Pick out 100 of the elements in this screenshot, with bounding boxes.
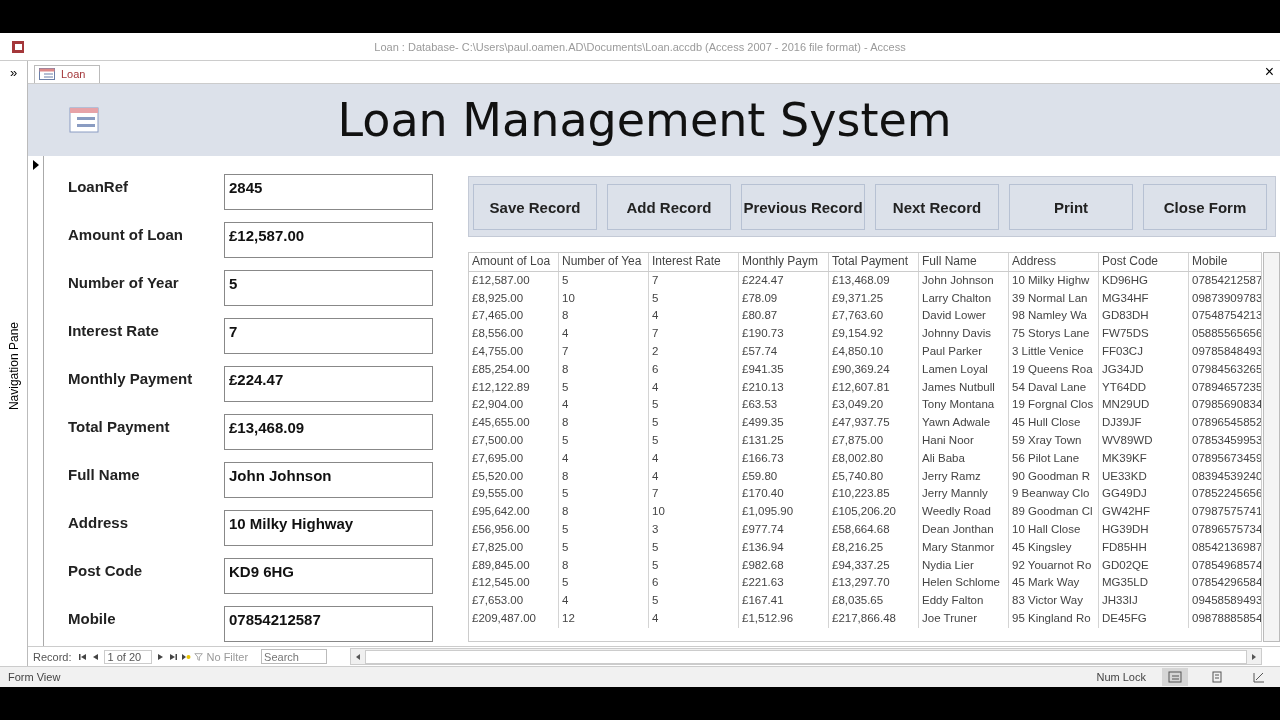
input-field[interactable]: 07854212587 — [224, 606, 433, 642]
column-header[interactable]: Interest Rate — [649, 253, 739, 271]
table-cell: £8,035.65 — [829, 592, 919, 610]
table-cell: 59 Xray Town — [1009, 431, 1099, 450]
table-cell: Dean Jonthan — [919, 520, 1009, 539]
table-cell: Tony Montana — [919, 396, 1009, 415]
new-record-icon[interactable] — [180, 651, 191, 662]
column-header[interactable]: Monthly Paym — [739, 253, 829, 271]
column-header[interactable]: Total Payment — [829, 253, 919, 271]
form-button[interactable]: Previous Record — [741, 184, 865, 230]
input-field[interactable]: £13,468.09 — [224, 414, 433, 450]
table-cell: £89,845.00 — [469, 556, 559, 575]
table-cell: Joe Truner — [919, 609, 1009, 628]
horizontal-scrollbar[interactable] — [350, 648, 1262, 665]
table-cell: £85,254.00 — [469, 360, 559, 379]
record-position-field[interactable]: 1 of 20 — [103, 649, 152, 664]
table-cell: 5 — [649, 414, 739, 432]
table-cell: £977.74 — [739, 520, 829, 539]
column-header[interactable]: Post Code — [1099, 253, 1189, 271]
table-cell: HG39DH — [1099, 520, 1189, 539]
table-cell: WV89WD — [1099, 431, 1189, 450]
table-cell: £59.80 — [739, 467, 829, 486]
column-header[interactable]: Amount of Loa — [469, 253, 559, 271]
table-cell: 4 — [559, 396, 649, 415]
table-cell: £47,937.75 — [829, 414, 919, 432]
table-cell: 5 — [559, 271, 649, 290]
column-header[interactable]: Number of Yea — [559, 253, 649, 271]
last-record-icon[interactable] — [167, 651, 178, 662]
navigation-pane-label[interactable]: Navigation Pane — [6, 322, 21, 411]
input-field[interactable]: KD9 6HG — [224, 558, 433, 594]
table-cell: KD96HG — [1099, 271, 1189, 290]
field-label: Monthly Payment — [68, 369, 194, 387]
input-field[interactable]: £12,587.00 — [224, 222, 433, 258]
table-cell: 5 — [649, 556, 739, 575]
table-cell: £8,925.00 — [469, 289, 559, 308]
column-header[interactable]: Full Name — [919, 253, 1009, 271]
field-label: Amount of Loan — [68, 225, 184, 243]
table-cell: 4 — [649, 307, 739, 326]
table-cell: Jerry Mannly — [919, 485, 1009, 504]
table-cell: 45 Kingsley — [1009, 538, 1099, 557]
table-cell: £7,695.00 — [469, 449, 559, 468]
table-cell: £7,653.00 — [469, 592, 559, 610]
table-cell: £94,337.25 — [829, 556, 919, 575]
table-cell: 54 Daval Lane — [1009, 378, 1099, 397]
first-record-icon[interactable] — [77, 651, 88, 662]
column-header[interactable]: Address — [1009, 253, 1099, 271]
table-cell: Weedly Road — [919, 503, 1009, 521]
table-cell: 8 — [559, 307, 649, 326]
table-cell: £9,555.00 — [469, 485, 559, 504]
input-field[interactable]: 2845 — [224, 174, 433, 210]
table-cell: 8 — [559, 360, 649, 379]
input-field[interactable]: £224.47 — [224, 366, 433, 402]
form-button[interactable]: Save Record — [473, 184, 597, 230]
record-label: Record: — [33, 650, 72, 663]
table-cell: £209,487.00 — [469, 609, 559, 628]
table-cell: DJ39JF — [1099, 414, 1189, 432]
input-field[interactable]: John Johnson — [224, 462, 433, 498]
table-cell: 5 — [559, 485, 649, 504]
table-cell: £80.87 — [739, 307, 829, 326]
form-title: Loan Management System — [336, 93, 953, 147]
table-cell: 2 — [649, 343, 739, 361]
form-button[interactable]: Close Form — [1143, 184, 1267, 230]
table-cell: 5 — [559, 574, 649, 593]
table-cell: £131.25 — [739, 431, 829, 450]
table-cell: 19 Forgnal Clos — [1009, 396, 1099, 415]
table-cell: £63.53 — [739, 396, 829, 415]
input-field[interactable]: 7 — [224, 318, 433, 354]
table-cell: 75 Storys Lane — [1009, 325, 1099, 343]
form-tab[interactable]: Loan — [34, 65, 101, 83]
vertical-scrollbar[interactable] — [1263, 252, 1280, 642]
form-button[interactable]: Print — [1009, 184, 1133, 230]
table-cell: 4 — [559, 449, 649, 468]
table-cell: FF03CJ — [1099, 343, 1189, 361]
table-cell: 7 — [649, 325, 739, 343]
table-cell: DE45FG — [1099, 609, 1189, 628]
status-indicator: Num Lock — [1096, 671, 1146, 683]
form-icon — [39, 68, 55, 80]
table-cell: 8 — [559, 467, 649, 486]
table-cell: Larry Chalton — [919, 289, 1009, 308]
input-field[interactable]: 10 Milky Highway — [224, 510, 433, 546]
table-cell: 4 — [649, 609, 739, 628]
form-button[interactable]: Next Record — [875, 184, 999, 230]
form-button[interactable]: Add Record — [607, 184, 731, 230]
table-cell: £8,002.80 — [829, 449, 919, 468]
table-cell: 4 — [649, 467, 739, 486]
table-cell: 7 — [559, 343, 649, 361]
expand-pane-button[interactable]: » — [9, 63, 18, 82]
table-cell: GD02QE — [1099, 556, 1189, 575]
table-cell: 4 — [559, 592, 649, 610]
table-cell: Helen Schlome — [919, 574, 1009, 593]
field-label: Mobile — [68, 609, 117, 627]
table-cell: £12,587.00 — [469, 271, 559, 290]
search-field[interactable]: Search — [261, 649, 328, 664]
table-cell: £5,740.80 — [829, 467, 919, 486]
table-cell: 4 — [559, 325, 649, 343]
close-button[interactable]: × — [1258, 63, 1280, 83]
input-field[interactable]: 5 — [224, 270, 433, 306]
table-cell: James Nutbull — [919, 378, 1009, 397]
table-cell: £7,825.00 — [469, 538, 559, 557]
table-cell: FW75DS — [1099, 325, 1189, 343]
